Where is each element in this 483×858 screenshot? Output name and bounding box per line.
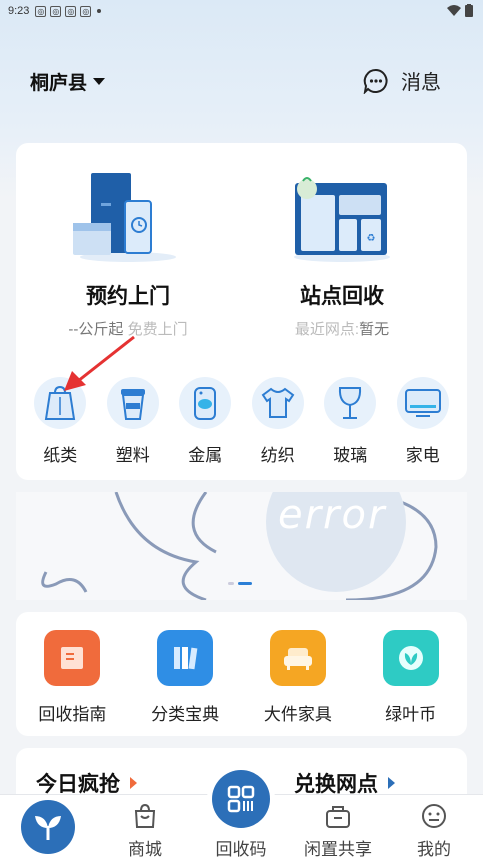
tool-green-leaf-coin[interactable]: 绿叶币 [361, 630, 461, 725]
smiley-face-icon [422, 804, 446, 828]
tab-label: 回收码 [215, 840, 267, 858]
service-card: 预约上门 --公斤起 免费上门 ♻ 站点回收 最近网点:暂无 纸类 塑料 金属 … [16, 143, 467, 480]
station-recycle-service[interactable]: ♻ 站点回收 最近网点:暂无 [242, 173, 442, 339]
chat-bubble-icon [363, 68, 388, 94]
sofa-icon [283, 648, 312, 670]
category-appliance[interactable]: 家电 [393, 377, 453, 466]
tab-mine[interactable]: 我的 [386, 795, 482, 858]
red-pointer-arrow-icon [64, 335, 135, 391]
category-icon-wrap [251, 377, 304, 429]
wifi-icon [447, 4, 461, 16]
shopping-bag-icon [134, 803, 156, 828]
location-selector[interactable]: 桐庐县 [30, 68, 106, 95]
chevron-right-icon [388, 777, 395, 789]
category-label: 玻璃 [333, 446, 368, 465]
category-label: 家电 [405, 446, 440, 465]
tool-bulky-furniture[interactable]: 大件家具 [248, 630, 348, 725]
category-label: 金属 [188, 446, 223, 465]
metal-can-icon [194, 387, 217, 420]
pagination-dot-active [238, 582, 252, 585]
messages-button[interactable]: 消息 [363, 66, 441, 95]
banner-error-text: error [278, 492, 387, 538]
service-title: 站点回收 [300, 285, 384, 308]
service-subtitle: 最近网点:暂无 [242, 318, 442, 339]
pickup-illustration-icon [73, 173, 176, 262]
tools-card: 回收指南 分类宝典 大件家具 绿叶币 [16, 612, 467, 736]
category-icon-wrap [396, 377, 449, 429]
svg-text:♻: ♻ [367, 233, 376, 244]
sprout-logo-icon [35, 816, 61, 840]
category-icon-wrap [179, 377, 232, 429]
tools-row: 回收指南 分类宝典 大件家具 绿叶币 [16, 630, 467, 725]
tool-icon-box [382, 630, 439, 686]
tab-label: 我的 [417, 840, 451, 858]
banner-pagination [228, 582, 252, 585]
category-label: 塑料 [115, 446, 150, 465]
notification-icon: ◎ [65, 5, 77, 17]
tab-mall[interactable]: 商城 [97, 795, 193, 858]
guide-book-icon [61, 647, 84, 669]
category-icon-wrap [324, 377, 377, 429]
status-time: 9:23 [8, 5, 30, 17]
tool-label: 回收指南 [38, 705, 107, 724]
status-right [447, 4, 473, 17]
leaf-coin-icon [398, 646, 423, 670]
status-bar: 9:23 ◎ ◎ ◎ ◎ [0, 0, 483, 22]
appliance-icon [404, 389, 441, 417]
tool-label: 绿叶币 [385, 705, 437, 724]
tab-home[interactable] [21, 800, 75, 854]
top-header: 桐庐县 消息 [0, 60, 483, 100]
service-title: 预约上门 [86, 285, 170, 308]
station-illustration-icon: ♻ [294, 177, 390, 262]
notification-icon: ◎ [80, 5, 92, 17]
glass-icon [339, 387, 362, 419]
tool-icon-box [157, 630, 214, 686]
share-box-icon [326, 806, 350, 828]
category-glass[interactable]: 玻璃 [320, 377, 380, 466]
tool-label: 分类宝典 [151, 705, 220, 724]
chevron-right-icon [130, 777, 137, 789]
qr-code-icon [227, 785, 255, 813]
tool-classification[interactable]: 分类宝典 [135, 630, 235, 725]
messages-label: 消息 [401, 72, 441, 94]
notification-icon: ◎ [50, 5, 62, 17]
category-metal[interactable]: 金属 [175, 377, 235, 466]
tool-label: 大件家具 [263, 705, 332, 724]
category-label: 纺织 [260, 446, 295, 465]
category-textile[interactable]: 纺织 [248, 377, 308, 466]
tool-recycle-guide[interactable]: 回收指南 [22, 630, 122, 725]
tab-label: 商城 [128, 840, 162, 858]
tshirt-icon [261, 387, 295, 418]
tab-label: 闲置共享 [304, 840, 372, 858]
nearest-station-value: 暂无 [359, 321, 390, 338]
tool-icon-box [269, 630, 326, 686]
books-icon [174, 647, 198, 670]
appointment-pickup-service[interactable]: 预约上门 --公斤起 免费上门 [28, 173, 228, 339]
location-label: 桐庐县 [30, 73, 88, 94]
tool-icon-box [44, 630, 101, 686]
battery-icon [465, 4, 473, 17]
nearest-station-label: 最近网点: [294, 321, 360, 338]
more-notifications-icon [97, 9, 102, 13]
category-label: 纸类 [43, 446, 78, 465]
caret-down-icon [93, 78, 106, 85]
tab-idle-share[interactable]: 闲置共享 [290, 795, 386, 858]
qr-code-button[interactable] [212, 770, 270, 828]
pagination-dot [228, 582, 234, 585]
notification-icon: ◎ [35, 5, 47, 17]
